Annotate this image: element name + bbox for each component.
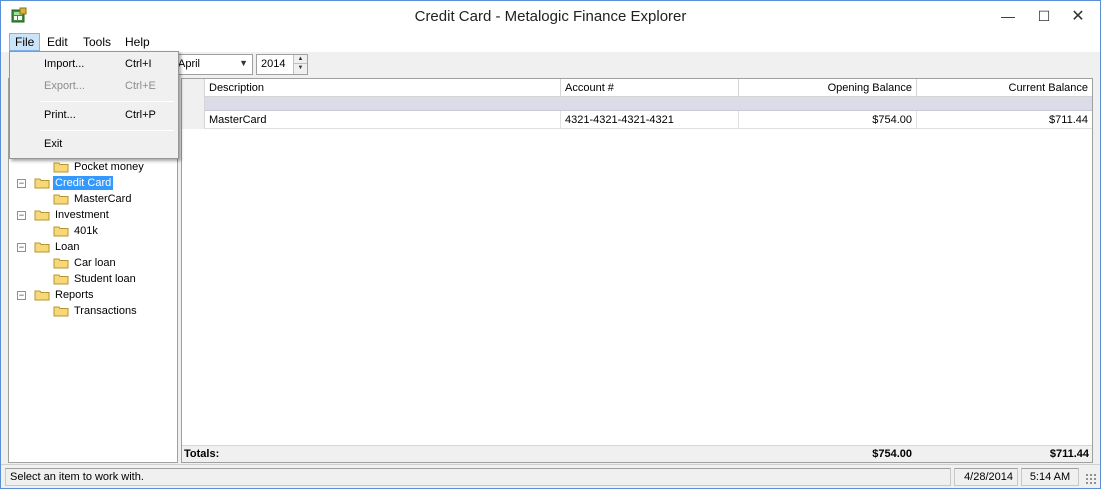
tree-item-credit-card[interactable]: − Credit Card <box>17 175 114 191</box>
title-bar[interactable]: Credit Card - Metalogic Finance Explorer… <box>1 1 1100 32</box>
menu-item-shortcut: Ctrl+E <box>125 80 156 92</box>
row-header-corner <box>182 79 205 97</box>
tree-item-label: Loan <box>55 241 80 253</box>
window-title: Credit Card - Metalogic Finance Explorer <box>414 8 687 25</box>
status-time: 5:14 AM <box>1021 468 1079 486</box>
menu-item-shortcut: Ctrl+P <box>125 109 156 121</box>
tree-item-pocket-money[interactable]: Pocket money <box>53 159 146 175</box>
tree-item-label: Student loan <box>74 273 136 285</box>
cell-account[interactable]: 4321-4321-4321-4321 <box>561 111 739 129</box>
column-header-account[interactable]: Account # <box>561 79 739 97</box>
totals-bar: Totals: $754.00 $711.44 <box>182 445 1092 462</box>
tree-item-reports[interactable]: − Reports <box>17 287 96 303</box>
menu-item-label: Import... <box>44 58 85 70</box>
app-window: Credit Card - Metalogic Finance Explorer… <box>0 0 1101 489</box>
file-menu-dropdown: Import... Ctrl+I Export... Ctrl+E Print.… <box>9 51 179 159</box>
folder-icon <box>53 274 69 285</box>
status-date: 4/28/2014 <box>954 468 1018 486</box>
folder-icon <box>53 194 69 205</box>
tree-item-label: Pocket money <box>74 161 144 173</box>
grid-header: Description Account # Opening Balance Cu… <box>182 79 1092 97</box>
menu-file[interactable]: File <box>9 33 41 51</box>
year-stepper-value: 2014 <box>261 58 286 70</box>
tree-item-label: Investment <box>55 209 109 221</box>
minimize-button[interactable]: — <box>988 1 1028 31</box>
folder-icon <box>34 210 50 221</box>
totals-opening-balance: $754.00 <box>872 448 912 460</box>
status-message: Select an item to work with. <box>5 468 951 486</box>
menu-item-label: Export... <box>44 80 85 92</box>
folder-icon <box>53 226 69 237</box>
menu-item-shortcut: Ctrl+I <box>125 58 152 70</box>
collapse-icon[interactable]: − <box>17 242 26 252</box>
menu-item-print[interactable]: Print... Ctrl+P <box>12 105 176 127</box>
tree-item-transactions[interactable]: Transactions <box>53 303 139 319</box>
month-select-value: April <box>178 58 201 70</box>
tree-item-loan[interactable]: − Loan <box>17 239 81 255</box>
menu-edit[interactable]: Edit <box>42 33 73 51</box>
tree-item-mastercard[interactable]: MasterCard <box>53 191 133 207</box>
menu-item-label: Exit <box>44 138 63 150</box>
totals-label: Totals: <box>184 448 220 460</box>
status-bar: Select an item to work with. 4/28/2014 5… <box>1 464 1100 488</box>
folder-icon <box>53 306 69 317</box>
menu-separator <box>40 101 174 102</box>
collapse-icon[interactable]: − <box>17 178 26 188</box>
totals-current-balance: $711.44 <box>1049 448 1089 460</box>
tree-item-401k[interactable]: 401k <box>53 223 100 239</box>
month-select[interactable]: April ▼ <box>173 54 253 75</box>
tree-item-label: Reports <box>55 289 94 301</box>
column-header-current-balance[interactable]: Current Balance <box>917 79 1092 97</box>
menu-separator <box>40 130 174 131</box>
menu-item-label: Print... <box>44 109 76 121</box>
folder-icon <box>34 242 50 253</box>
menu-item-exit[interactable]: Exit <box>12 134 176 156</box>
resize-grip-icon[interactable] <box>1085 473 1097 485</box>
spin-up-icon[interactable]: ▲ <box>294 55 307 64</box>
accounts-grid[interactable]: Description Account # Opening Balance Cu… <box>181 78 1093 463</box>
folder-icon <box>53 162 69 173</box>
close-button[interactable]: ✕ <box>1058 1 1098 31</box>
menu-item-export: Export... Ctrl+E <box>12 76 176 98</box>
column-header-opening-balance[interactable]: Opening Balance <box>739 79 917 97</box>
tree-item-student-loan[interactable]: Student loan <box>53 271 138 287</box>
cell-description[interactable]: MasterCard <box>205 111 561 129</box>
menu-help[interactable]: Help <box>120 33 155 51</box>
year-stepper[interactable]: 2014 ▲ ▼ <box>256 54 308 75</box>
tree-item-label: Car loan <box>74 257 116 269</box>
collapse-icon[interactable]: − <box>17 210 26 220</box>
menu-item-import[interactable]: Import... Ctrl+I <box>12 54 176 76</box>
tree-item-label: 401k <box>74 225 98 237</box>
tree-item-label: Credit Card <box>53 176 114 190</box>
table-row[interactable]: MasterCard 4321-4321-4321-4321 $754.00 $… <box>182 111 1092 129</box>
menu-tools[interactable]: Tools <box>78 33 116 51</box>
tree-item-label: MasterCard <box>74 193 132 205</box>
spin-down-icon[interactable]: ▼ <box>294 64 307 73</box>
tree-item-label: Transactions <box>74 305 137 317</box>
group-row <box>205 97 1092 111</box>
column-header-description[interactable]: Description <box>205 79 561 97</box>
folder-icon <box>34 290 50 301</box>
cell-current-balance[interactable]: $711.44 <box>917 111 1092 129</box>
folder-icon <box>53 258 69 269</box>
row-indicator[interactable] <box>182 111 205 129</box>
menu-bar: File Edit Tools Help <box>1 32 1100 52</box>
cell-opening-balance[interactable]: $754.00 <box>739 111 917 129</box>
collapse-icon[interactable]: − <box>17 290 26 300</box>
tree-item-car-loan[interactable]: Car loan <box>53 255 118 271</box>
tree-item-investment[interactable]: − Investment <box>17 207 111 223</box>
chevron-down-icon[interactable]: ▼ <box>239 58 248 68</box>
folder-icon <box>34 178 50 189</box>
year-stepper-buttons: ▲ ▼ <box>293 55 307 74</box>
